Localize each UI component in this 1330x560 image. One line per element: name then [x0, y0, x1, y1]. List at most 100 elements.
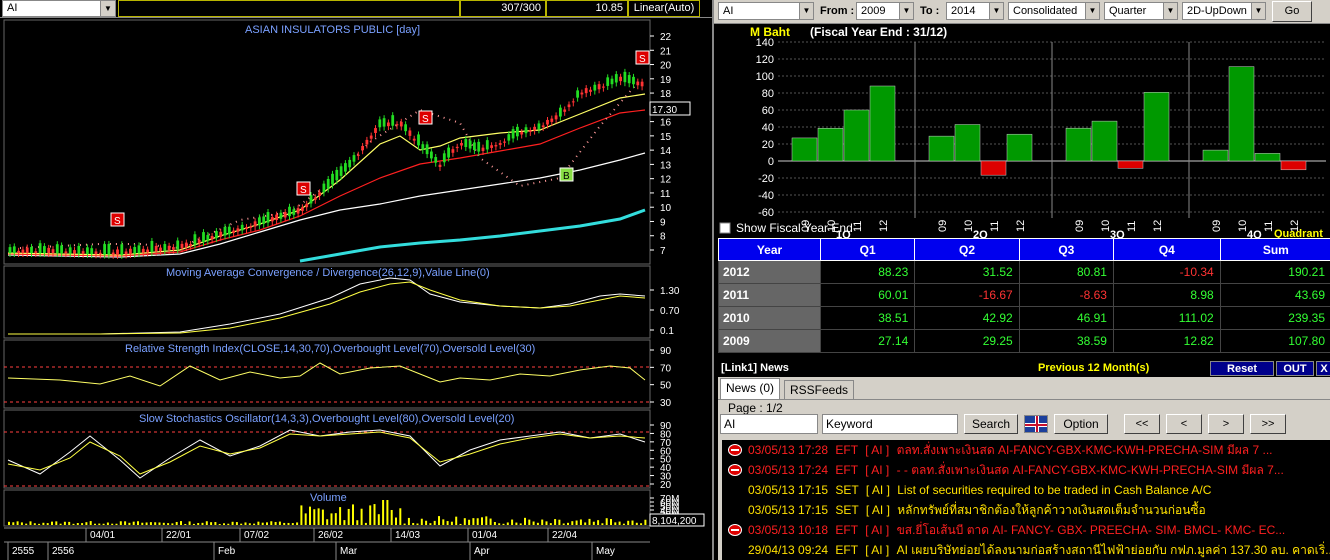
chevron-down-icon[interactable]: ▼: [1085, 3, 1099, 19]
search-button[interactable]: Search: [964, 414, 1018, 434]
sell-signal-marker[interactable]: S: [635, 50, 650, 65]
bar-4Q-09[interactable]: [1202, 149, 1229, 162]
header-q2[interactable]: Q2: [914, 238, 1020, 261]
table-row[interactable]: 2012 88.23 31.52 80.81 -10.34 190.21: [718, 260, 1330, 284]
chevron-down-icon[interactable]: ▼: [989, 3, 1003, 19]
news-symbol-input[interactable]: AI: [720, 414, 818, 434]
bar-chart-x-labels: 09 10 11 121Q09 10 11 122Q09 10 11 123Q09 10 11 124Q: [800, 220, 1301, 238]
bar-2Q-12[interactable]: [1006, 133, 1033, 162]
volume-bar: [8, 521, 10, 525]
alert-icon: [728, 524, 742, 536]
cell-q2: 29.25: [914, 329, 1020, 353]
news-item[interactable]: 03/05/13 10:18 EFT [ AI ] ขส.ยี่โอเส้นบี…: [722, 520, 1330, 540]
candle-body: [150, 240, 154, 252]
volume-bar: [94, 523, 96, 525]
first-page-button[interactable]: <<: [1124, 414, 1160, 434]
news-item[interactable]: 29/04/13 09:24 EFT [ AI ] AI เผยบริษัทย่…: [722, 540, 1330, 560]
technical-chart-svg[interactable]: ASIAN INSULATORS PUBLIC [day] Moving Ave…: [0, 18, 712, 560]
table-row[interactable]: 2009 27.14 29.25 38.59 12.82 107.80: [718, 329, 1330, 353]
candle-body: [249, 226, 253, 228]
quarterly-bar-chart[interactable]: M Baht (Fiscal Year End : 31/12) 1401201…: [714, 24, 1330, 238]
bar-1Q-11[interactable]: [843, 109, 870, 162]
candle-body: [554, 115, 558, 120]
candle-body: [421, 144, 425, 150]
to-year-select[interactable]: 2014 ▼: [946, 2, 1004, 20]
header-q1[interactable]: Q1: [819, 238, 916, 261]
view-select[interactable]: 2D-UpDown ▼: [1182, 2, 1266, 20]
keyword-input[interactable]: Keyword: [822, 414, 958, 434]
financial-symbol-value: AI: [723, 5, 734, 17]
candle-body: [576, 90, 579, 98]
candle-body: [146, 249, 149, 253]
out-button[interactable]: OUT: [1276, 361, 1314, 376]
volume-bar: [506, 522, 509, 525]
scale-mode-button[interactable]: Linear(Auto): [628, 0, 700, 17]
bar-4Q-12[interactable]: [1280, 160, 1307, 171]
reset-button[interactable]: Reset: [1210, 361, 1274, 376]
sell-signal-marker[interactable]: S: [110, 212, 125, 227]
candle-body: [8, 247, 12, 253]
candle-body: [563, 109, 567, 112]
news-item[interactable]: 03/05/13 17:15 SET [ AI ] List of securi…: [722, 480, 1330, 500]
volume-bar: [89, 521, 92, 525]
go-button[interactable]: Go: [1272, 1, 1312, 22]
candle-body: [378, 119, 382, 128]
volume-bar: [575, 520, 578, 525]
volume-bar: [433, 520, 436, 525]
bar-2Q-09[interactable]: [928, 135, 955, 162]
news-item[interactable]: 03/05/13 17:15 SET [ AI ] หลักทรัพย์ที่ส…: [722, 500, 1330, 520]
volume-bar: [192, 523, 195, 525]
header-year[interactable]: Year: [718, 238, 821, 261]
bar-3Q-12[interactable]: [1143, 92, 1170, 162]
period-select[interactable]: Quarter ▼: [1104, 2, 1178, 20]
previous-months-label[interactable]: Previous 12 Month(s): [1038, 360, 1149, 377]
uk-flag-icon[interactable]: [1024, 415, 1048, 433]
bar-2Q-11[interactable]: [980, 160, 1007, 176]
chevron-down-icon[interactable]: ▼: [1163, 3, 1177, 19]
header-sum[interactable]: Sum: [1219, 238, 1330, 261]
news-item[interactable]: 03/05/13 17:28 EFT [ AI ] ตลท.สั่งเพาะเง…: [722, 440, 1330, 460]
bar-3Q-11[interactable]: [1117, 160, 1144, 169]
prev-page-button[interactable]: <: [1166, 414, 1202, 434]
chevron-down-icon[interactable]: ▼: [899, 3, 913, 19]
tab-rssfeeds[interactable]: RSSFeeds: [784, 380, 855, 399]
last-page-button[interactable]: >>: [1250, 414, 1286, 434]
header-q3[interactable]: Q3: [1018, 238, 1114, 261]
bar-1Q-09[interactable]: [791, 137, 818, 162]
volume-bar: [227, 523, 230, 525]
bar-1Q-10[interactable]: [817, 128, 844, 162]
bar-1Q-12[interactable]: [869, 85, 896, 162]
tab-news[interactable]: News (0): [720, 378, 781, 399]
chevron-down-icon[interactable]: ▼: [1251, 3, 1265, 19]
chart-symbol-select[interactable]: AI ▼: [2, 0, 116, 17]
from-year-select[interactable]: 2009 ▼: [856, 2, 914, 20]
volume-bar: [180, 521, 182, 525]
bar-4Q-11[interactable]: [1254, 153, 1281, 162]
volume-bar: [502, 523, 505, 525]
volume-bar: [119, 521, 122, 525]
close-button[interactable]: X: [1316, 361, 1330, 376]
next-page-button[interactable]: >: [1208, 414, 1244, 434]
table-row[interactable]: 2011 60.01 -16.67 -8.63 8.98 43.69: [718, 283, 1330, 307]
show-fiscal-checkbox[interactable]: [719, 222, 731, 234]
chevron-down-icon[interactable]: ▼: [100, 1, 115, 16]
financial-symbol-select[interactable]: AI ▼: [718, 2, 814, 20]
bar-4Q-10[interactable]: [1228, 66, 1255, 162]
chevron-down-icon[interactable]: ▼: [799, 3, 813, 19]
bar-2Q-10[interactable]: [954, 124, 981, 162]
candle-body: [636, 81, 640, 86]
consolidated-select[interactable]: Consolidated ▼: [1008, 2, 1100, 20]
volume-bar: [562, 523, 565, 525]
table-row[interactable]: 2010 38.51 42.92 46.91 111.02 239.35: [718, 306, 1330, 330]
header-q4[interactable]: Q4: [1112, 238, 1221, 261]
buy-signal-marker[interactable]: B: [559, 167, 574, 182]
sell-signal-marker[interactable]: S: [418, 110, 433, 125]
news-symbol: [ AI ]: [865, 483, 894, 497]
candle-body: [507, 134, 511, 141]
sell-signal-marker[interactable]: S: [296, 181, 311, 196]
option-button[interactable]: Option: [1054, 414, 1108, 434]
news-item[interactable]: 03/05/13 17:24 EFT [ AI ] - - ตลท.สั่งเพ…: [722, 460, 1330, 480]
bar-3Q-10[interactable]: [1091, 120, 1118, 162]
bar-3Q-09[interactable]: [1065, 127, 1092, 162]
volume-bar: [592, 521, 595, 525]
